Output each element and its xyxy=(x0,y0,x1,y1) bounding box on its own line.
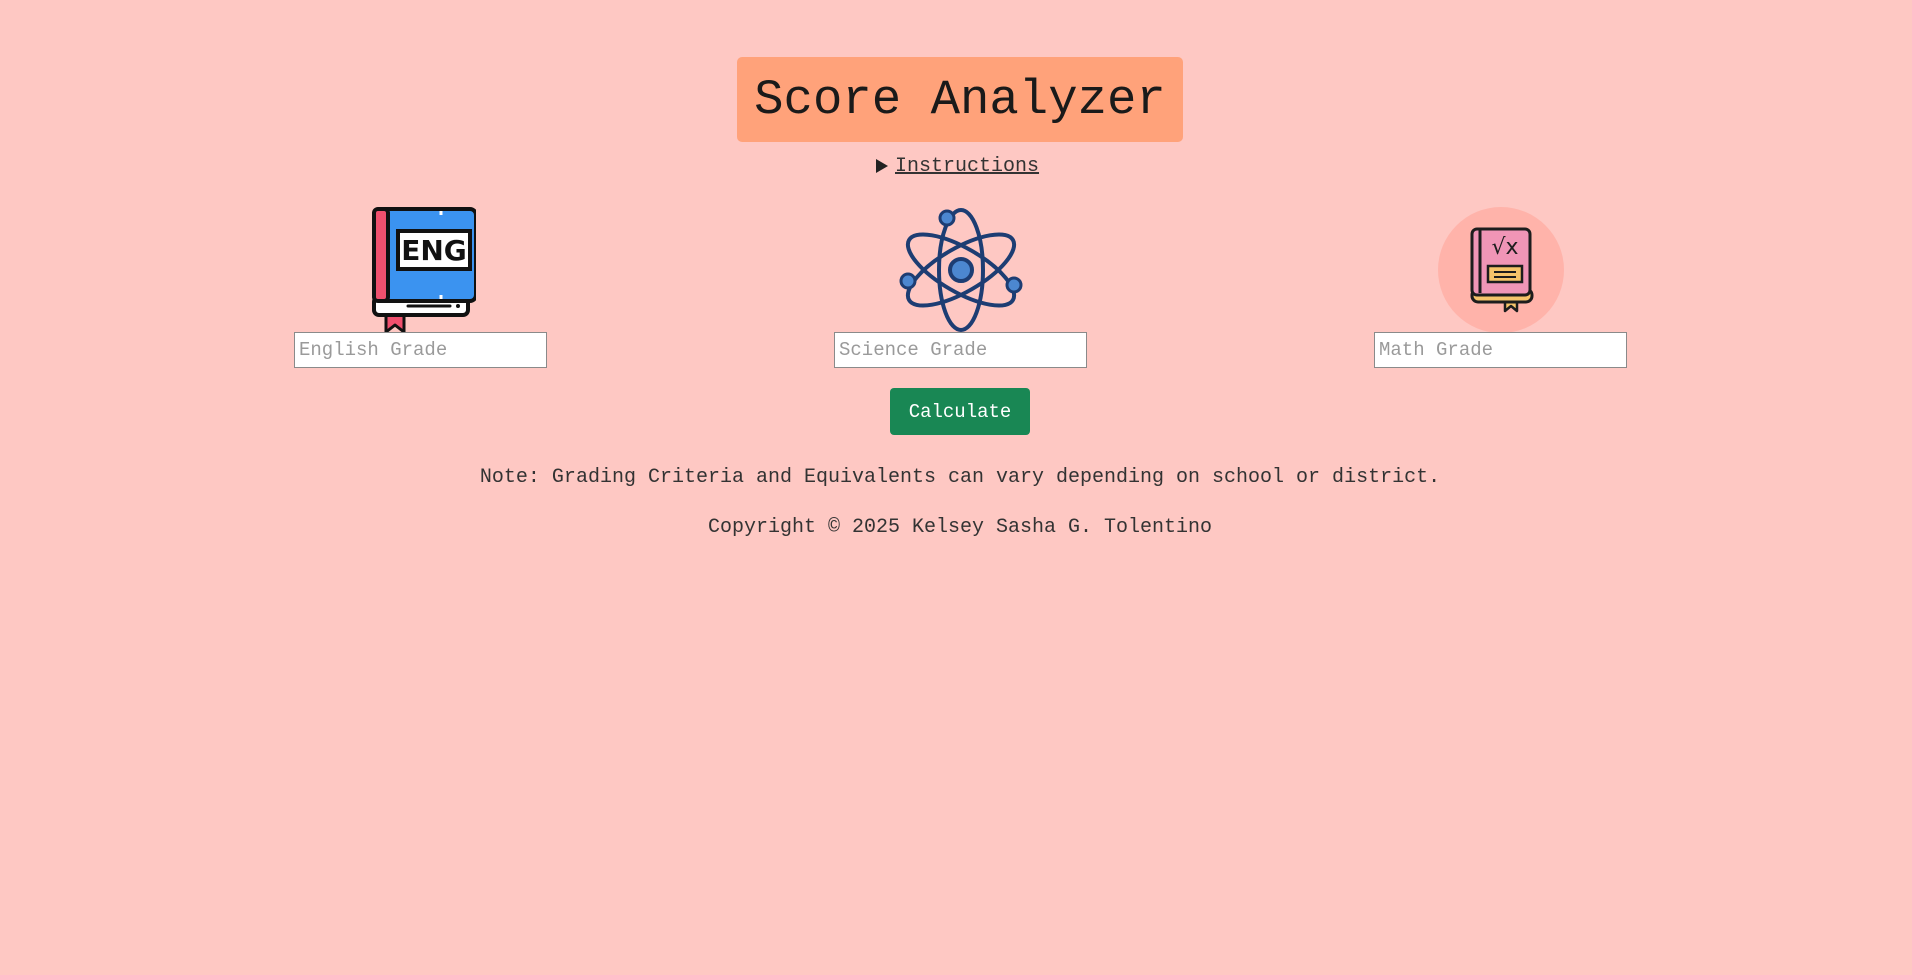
science-grade-input[interactable] xyxy=(834,332,1087,368)
disclosure-triangle-icon xyxy=(876,159,888,173)
grading-note: Note: Grading Criteria and Equivalents c… xyxy=(479,466,1441,489)
atom-icon xyxy=(834,207,1088,333)
instructions-label: Instructions xyxy=(895,154,1040,178)
page-title: Score Analyzer xyxy=(737,57,1183,142)
english-icon-text: ENG xyxy=(401,234,467,267)
english-grade-input[interactable] xyxy=(294,332,547,368)
math-grade-input[interactable] xyxy=(1374,332,1627,368)
score-analyzer-page: Score Analyzer Instructions ENG English … xyxy=(0,0,1912,975)
english-book-icon: ENG xyxy=(294,207,548,333)
math-book-icon: √x xyxy=(1374,207,1628,333)
math-icon-text: √x xyxy=(1491,235,1518,260)
copyright-text: Copyright © 2025 Kelsey Sasha G. Tolenti… xyxy=(707,516,1213,539)
calculate-button[interactable]: Calculate xyxy=(890,388,1030,435)
instructions-toggle[interactable]: Instructions xyxy=(876,153,1039,179)
